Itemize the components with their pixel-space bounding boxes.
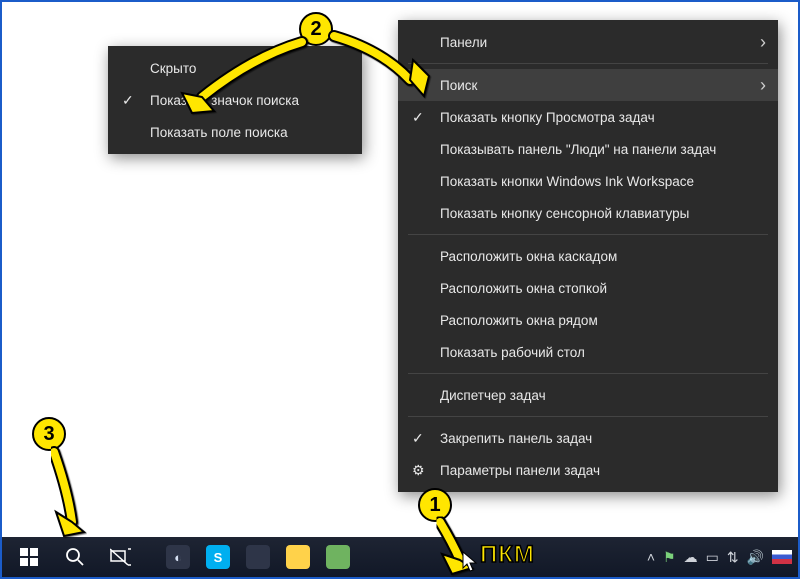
task-view-icon	[110, 548, 132, 566]
label: Показать кнопку Просмотра задач	[440, 110, 655, 125]
taskbar-app-5[interactable]	[318, 537, 358, 577]
menu-item-lock[interactable]: ✓ Закрепить панель задач	[398, 422, 778, 454]
menu-item-show-icon[interactable]: ✓ Показать значок поиска	[108, 84, 362, 116]
taskbar-app-notes[interactable]	[278, 537, 318, 577]
label: Закрепить панель задач	[440, 431, 592, 446]
menu-item-settings[interactable]: ⚙ Параметры панели задач	[398, 454, 778, 486]
tray-cloud-icon[interactable]: ☁	[684, 549, 698, 566]
step-number: 2	[310, 18, 321, 41]
step-bubble-1: 1	[418, 488, 452, 522]
start-button[interactable]	[6, 537, 52, 577]
tray-network-icon[interactable]: ⇅	[727, 549, 739, 566]
label: Скрыто	[150, 61, 196, 76]
menu-item-people[interactable]: Показывать панель "Люди" на панели задач	[398, 133, 778, 165]
menu-separator	[408, 63, 768, 64]
menu-item-hidden[interactable]: Скрыто	[108, 52, 362, 84]
menu-item-search[interactable]: Поиск	[398, 69, 778, 101]
menu-separator	[408, 373, 768, 374]
check-icon: ✓	[122, 92, 134, 109]
taskbar-context-menu: Панели Поиск ✓ Показать кнопку Просмотра …	[398, 20, 778, 492]
gear-icon: ⚙	[412, 462, 425, 479]
search-button[interactable]	[52, 537, 98, 577]
menu-item-ink[interactable]: Показать кнопки Windows Ink Workspace	[398, 165, 778, 197]
pkm-label: ПКМ	[480, 541, 535, 569]
step-bubble-2: 2	[299, 12, 333, 46]
mouse-cursor-icon	[462, 551, 478, 573]
label: Показать кнопки Windows Ink Workspace	[440, 174, 694, 189]
task-view-button[interactable]	[98, 537, 144, 577]
menu-item-stacked[interactable]: Расположить окна стопкой	[398, 272, 778, 304]
search-icon	[65, 547, 85, 567]
taskbar-app-1[interactable]: ◐	[158, 537, 198, 577]
step-number: 3	[43, 423, 54, 446]
label: Расположить окна рядом	[440, 313, 598, 328]
label: Показать значок поиска	[150, 93, 299, 108]
taskbar-app-skype[interactable]: S	[198, 537, 238, 577]
label: Панели	[440, 35, 487, 50]
menu-item-sidebyside[interactable]: Расположить окна рядом	[398, 304, 778, 336]
menu-item-cascade[interactable]: Расположить окна каскадом	[398, 240, 778, 272]
system-tray[interactable]: ˄ ⚑ ☁ ▭ ⇅ 🔊	[647, 537, 792, 577]
search-submenu: Скрыто ✓ Показать значок поиска Показать …	[108, 46, 362, 154]
taskbar[interactable]: ◐ S ˄ ⚑ ☁ ▭ ⇅ 🔊	[2, 537, 798, 577]
label: Показать кнопку сенсорной клавиатуры	[440, 206, 689, 221]
tray-language-icon[interactable]	[772, 550, 792, 564]
tray-chevron-icon[interactable]: ˄	[647, 549, 655, 565]
label: Поиск	[440, 78, 477, 93]
label: Расположить окна стопкой	[440, 281, 607, 296]
label: Параметры панели задач	[440, 463, 600, 478]
menu-item-touchkb[interactable]: Показать кнопку сенсорной клавиатуры	[398, 197, 778, 229]
menu-item-taskview[interactable]: ✓ Показать кнопку Просмотра задач	[398, 101, 778, 133]
menu-separator	[408, 234, 768, 235]
menu-item-show-box[interactable]: Показать поле поиска	[108, 116, 362, 148]
taskbar-app-3[interactable]	[238, 537, 278, 577]
menu-separator	[408, 416, 768, 417]
menu-item-panels[interactable]: Панели	[398, 26, 778, 58]
check-icon: ✓	[412, 109, 424, 126]
step-bubble-3: 3	[32, 417, 66, 451]
tray-icon[interactable]: ⚑	[663, 549, 676, 566]
check-icon: ✓	[412, 430, 424, 447]
label: Показать поле поиска	[150, 125, 288, 140]
label: Расположить окна каскадом	[440, 249, 617, 264]
menu-item-desktop[interactable]: Показать рабочий стол	[398, 336, 778, 368]
label: Показать рабочий стол	[440, 345, 585, 360]
step-number: 1	[429, 494, 440, 517]
tray-battery-icon[interactable]: ▭	[706, 549, 719, 566]
label: Показывать панель "Люди" на панели задач	[440, 142, 716, 157]
label: ПКМ	[480, 541, 535, 568]
label: Диспетчер задач	[440, 388, 546, 403]
menu-item-taskmgr[interactable]: Диспетчер задач	[398, 379, 778, 411]
windows-icon	[20, 548, 38, 566]
tray-volume-icon[interactable]: 🔊	[747, 549, 764, 566]
